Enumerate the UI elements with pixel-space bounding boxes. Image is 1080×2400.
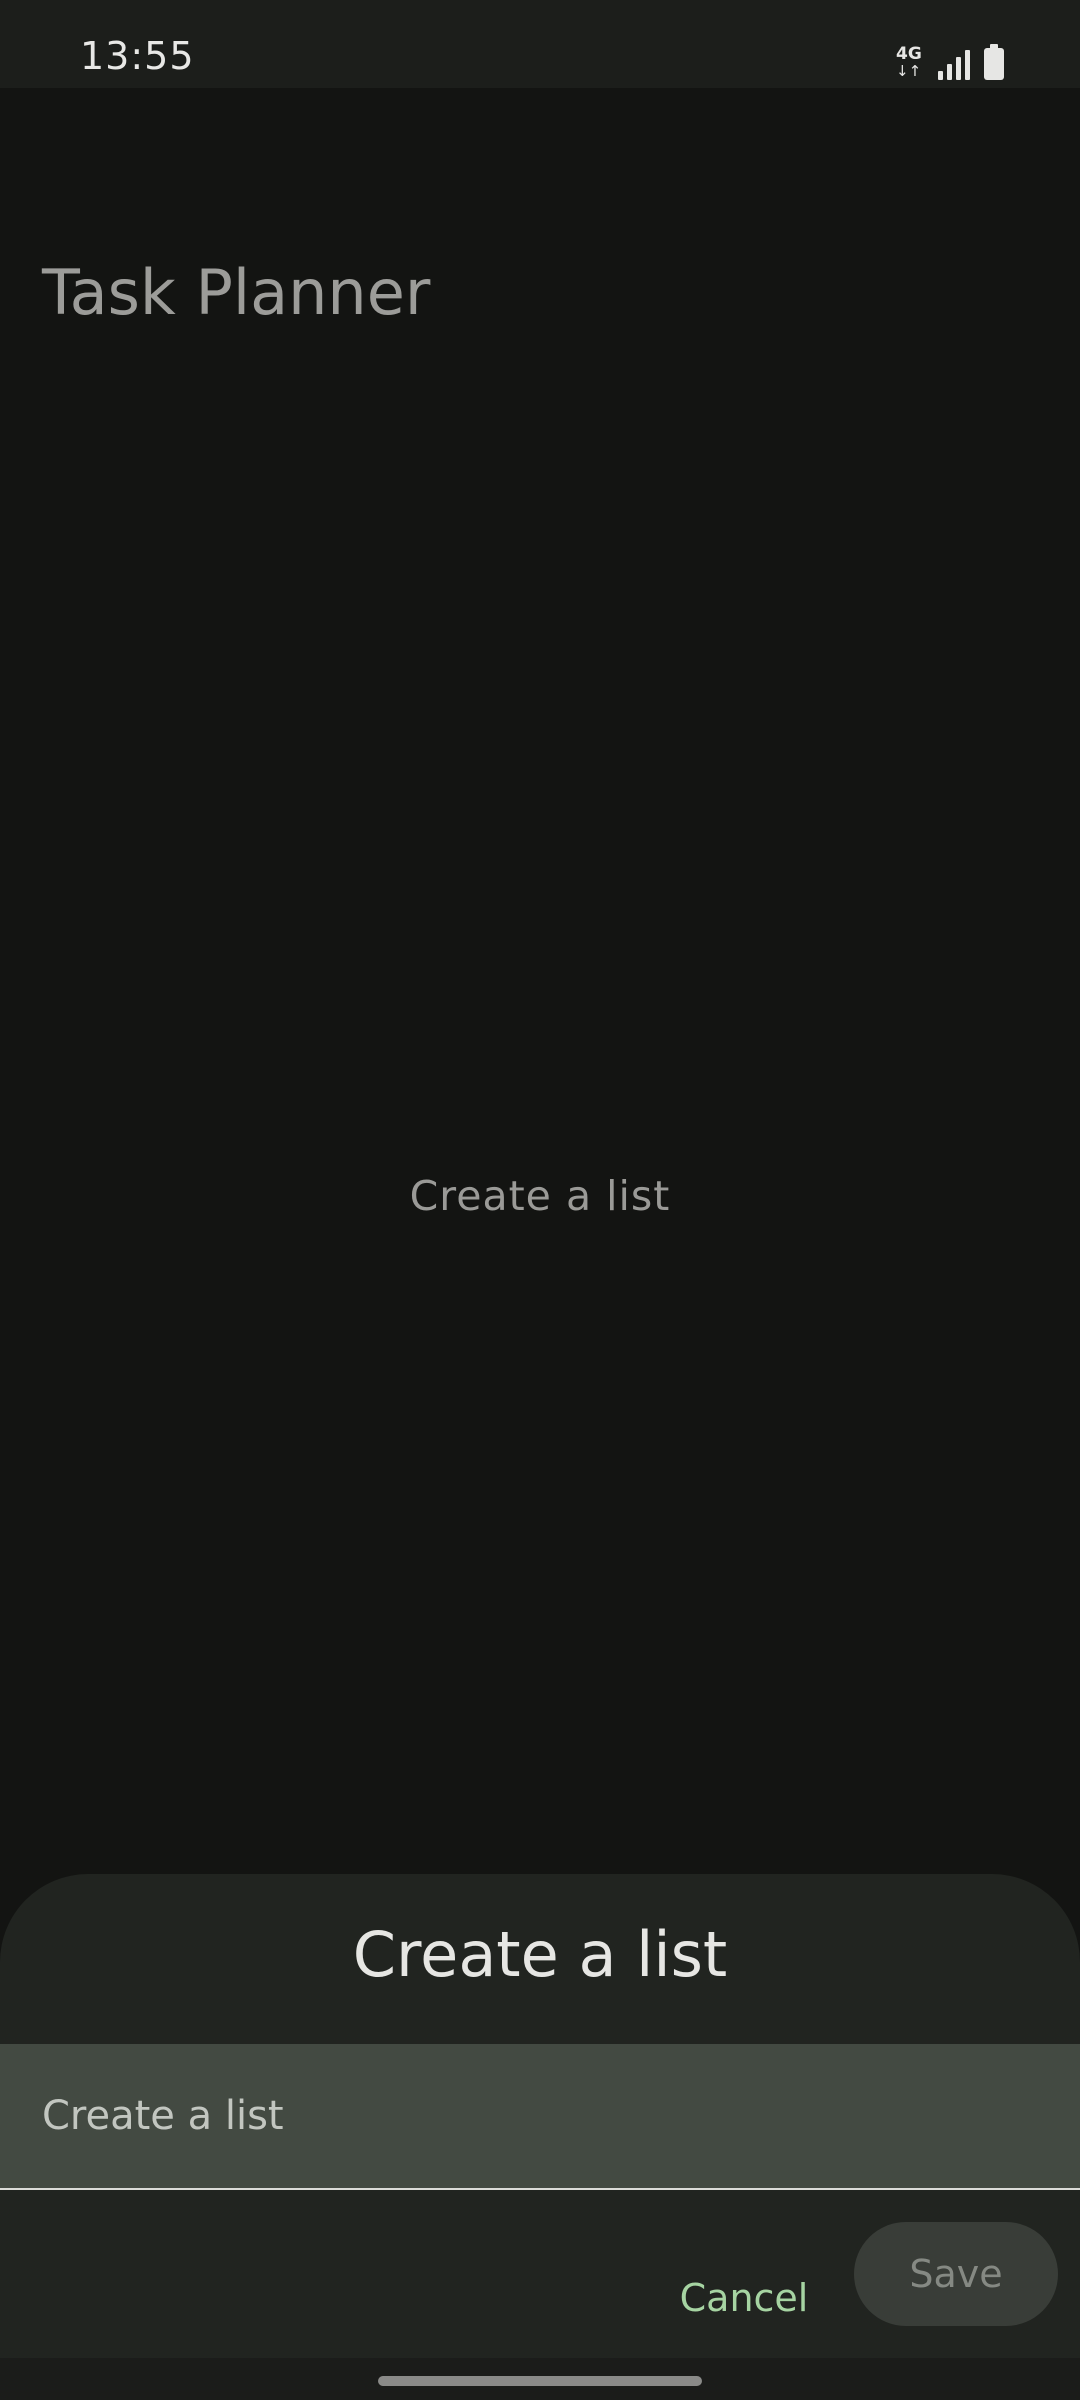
status-time: 13:55 xyxy=(80,34,195,78)
status-icons: 4G ↓↑ xyxy=(894,40,1004,80)
create-list-sheet: Create a list Cancel Save xyxy=(0,1874,1080,2358)
network-4g-icon: 4G ↓↑ xyxy=(894,44,924,80)
battery-icon xyxy=(984,44,1004,80)
save-button[interactable]: Save xyxy=(854,2222,1058,2326)
sheet-title: Create a list xyxy=(352,1918,728,1991)
status-bar: 13:55 4G ↓↑ xyxy=(0,0,1080,88)
empty-state-text: Create a list xyxy=(409,1172,671,1220)
list-name-input[interactable] xyxy=(0,2044,1080,2188)
app-title: Task Planner xyxy=(42,256,431,329)
signal-icon xyxy=(938,48,970,80)
home-indicator[interactable] xyxy=(378,2376,702,2386)
list-name-field[interactable] xyxy=(0,2044,1080,2190)
cancel-button[interactable]: Cancel xyxy=(660,2248,828,2348)
screen: 13:55 4G ↓↑ Task Planner Create a list C… xyxy=(0,0,1080,2400)
network-arrows: ↓↑ xyxy=(896,62,922,80)
navigation-bar xyxy=(0,2358,1080,2400)
network-label: 4G xyxy=(896,44,922,64)
